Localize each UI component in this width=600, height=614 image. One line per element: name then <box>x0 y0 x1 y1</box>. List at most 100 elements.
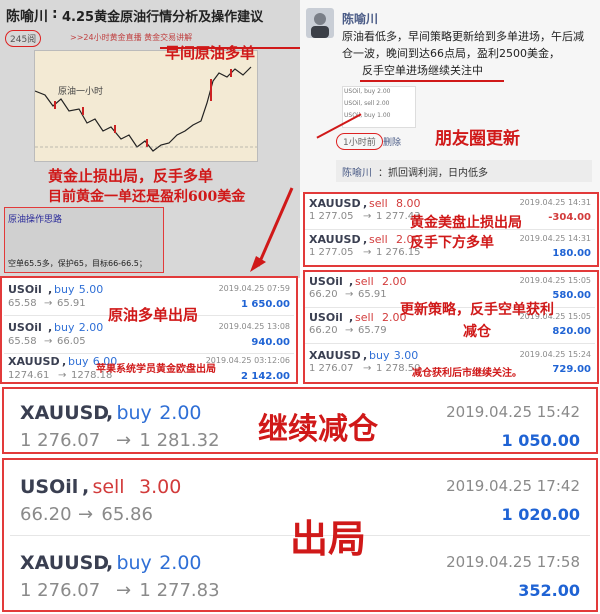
trade-date: 2019.04.25 14:31 <box>519 198 591 207</box>
trade-arrow: → <box>363 247 372 258</box>
trade-side: sell <box>355 275 374 288</box>
arrow-pointer <box>250 187 294 272</box>
trade-symbol: USOil <box>20 476 79 498</box>
trade-lots: 3.00 <box>393 349 419 362</box>
post-text: 原油看低多，早间策略更新给到多单进场，午后减仓一波，晚间到达66点局，盈利250… <box>342 30 584 60</box>
trade-sep: , <box>48 321 53 334</box>
row-divider <box>305 343 595 344</box>
post-time: 1小时前 <box>336 133 383 150</box>
trade-sep: , <box>106 552 114 574</box>
trade-profit: 180.00 <box>552 248 591 259</box>
moments-panel: 陈喻川 原油看低多，早间策略更新给到多单进场，午后减仓一波，晚间到达66点局，盈… <box>300 0 600 192</box>
trade-close: 1 277.83 <box>139 580 220 601</box>
trade-side: sell <box>369 233 388 246</box>
oil-chart-image <box>34 50 258 162</box>
trade-side: buy <box>369 349 390 362</box>
trade-open: 1 277.05 <box>309 247 354 258</box>
trade-profit: 2 142.00 <box>240 371 290 382</box>
anno-continue-reduce: 继续减仓 <box>258 412 378 447</box>
trade-symbol: XAUUSD <box>309 233 361 246</box>
trade-date: 2019.04.25 13:08 <box>218 322 290 331</box>
trade-profit: 1 650.00 <box>240 299 290 310</box>
trade-symbol: USOil <box>309 275 343 288</box>
trade-lots: 2.00 <box>159 552 202 574</box>
trade-lots: 3.00 <box>139 476 182 498</box>
trade-sep: , <box>48 283 53 296</box>
trade-side: buy <box>116 552 152 574</box>
preview-line-2: USOil, sell 2.00 <box>344 100 390 107</box>
trade-lots: 2.00 <box>382 275 407 288</box>
trade-symbol: USOil <box>8 283 42 296</box>
trade-open: 66.20 <box>309 325 338 336</box>
red-underline <box>160 47 300 49</box>
comment-text: ：抓回调利润，日内低多 <box>378 168 488 179</box>
trade-arrow: → <box>116 580 132 601</box>
anno-gold-line1: 黄金止损出局，反手多单 <box>48 167 214 185</box>
trade-open: 1274.61 <box>8 370 50 381</box>
candlestick-chart <box>34 66 257 152</box>
trade-side: sell <box>355 311 374 324</box>
trade-open: 66.20 <box>309 289 338 300</box>
article-title: 4.25黄金原油行情分析及操作建议 <box>62 10 264 25</box>
poster-name[interactable]: 陈喻川 <box>342 10 378 27</box>
trade-date: 2019.04.25 17:58 <box>446 553 580 571</box>
trade-date: 2019.04.25 17:42 <box>446 477 580 495</box>
trade-profit: 820.00 <box>552 326 591 337</box>
trade-close: 65.79 <box>358 325 387 336</box>
trade-open: 1 277.05 <box>309 211 354 222</box>
trade-lots: 8.00 <box>396 197 421 210</box>
trade-sep: , <box>349 275 354 288</box>
trade-close: 65.86 <box>101 504 153 525</box>
trade-sep: , <box>82 476 90 498</box>
trade-date: 2019.04.25 14:31 <box>519 234 591 243</box>
trade-profit: -304.00 <box>548 212 591 223</box>
trade-arrow: → <box>78 504 94 525</box>
trade-symbol: USOil <box>8 321 42 334</box>
trade-profit: 352.00 <box>518 581 580 600</box>
trade-symbol: XAUUSD <box>309 349 361 362</box>
trade-date: 2019.04.25 07:59 <box>218 284 290 293</box>
trade-symbol: XAUUSD <box>20 402 110 424</box>
trade-lots: 5.00 <box>78 283 104 296</box>
trade-sep: , <box>62 355 67 368</box>
trade-arrow: → <box>58 370 67 381</box>
trade-arrow: → <box>363 211 372 222</box>
article-author: 陈喻川 <box>6 9 48 25</box>
trade-sep: , <box>363 233 368 246</box>
trade-date: 2019.04.25 15:24 <box>519 350 591 359</box>
trade-lots: 2.00 <box>159 402 202 424</box>
chart-label: 原油一小时 <box>58 87 104 97</box>
anno-oil-long: 早间原油多单 <box>165 44 256 62</box>
trade-profit: 1 020.00 <box>501 505 580 524</box>
trade-sep: , <box>363 349 368 362</box>
trade-side: sell <box>369 197 388 210</box>
trade-date: 2019.04.25 15:42 <box>446 403 580 421</box>
trade-open: 1 276.07 <box>20 430 101 451</box>
delete-link[interactable]: 删除 <box>383 135 401 148</box>
trade-open: 66.20 <box>20 504 72 525</box>
trade-arrow: → <box>44 298 53 309</box>
trade-profit: 940.00 <box>251 337 290 348</box>
avatar <box>306 8 334 38</box>
moments-label: 朋友圈更新 <box>435 129 520 149</box>
trade-arrow: → <box>44 336 53 347</box>
trade-symbol: XAUUSD <box>309 197 361 210</box>
preview-line-1: USOil, buy 2.00 <box>344 88 391 95</box>
anno-right-bottom: 减仓获利后市继续关注。 <box>412 368 522 379</box>
trade-side: buy <box>54 321 75 334</box>
anno-left-member: 苹果系统学员黄金欧盘出局 <box>96 364 216 375</box>
anno-right-strategy: 更新策略，反手空单获利 减仓 <box>400 302 554 340</box>
views-badge: 245阅 <box>5 30 42 47</box>
trade-close: 66.05 <box>57 336 86 347</box>
trade-arrow: → <box>116 430 132 451</box>
trade-side: buy <box>116 402 152 424</box>
highlight-underline <box>360 80 504 82</box>
article-panel: 陈喻川 : 4.25黄金原油行情分析及操作建议 245阅 >>24小时黄金直播 … <box>0 0 300 278</box>
trade-symbol: USOil <box>309 311 343 324</box>
trade-side: sell <box>92 476 125 498</box>
comment-name[interactable]: 陈喻川 <box>342 164 372 179</box>
trade-symbol: XAUUSD <box>8 355 60 368</box>
trade-side: buy <box>54 283 75 296</box>
trade-side: buy <box>68 355 89 368</box>
anno-right-gold: 黄金美盘止损出局 反手下方多单 <box>410 215 522 251</box>
